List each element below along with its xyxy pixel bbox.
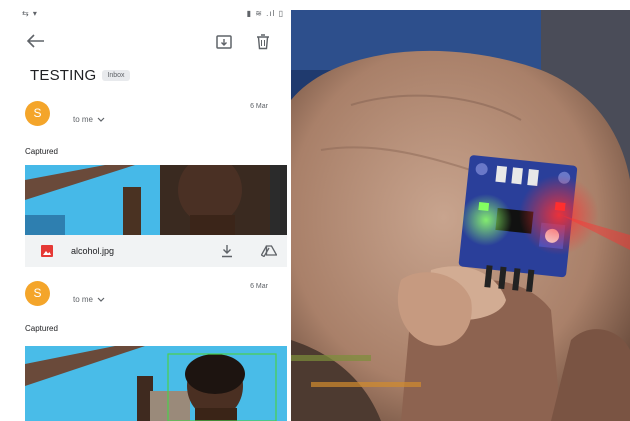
inbox-label-chip[interactable]: Inbox: [102, 69, 130, 81]
attachment-bar[interactable]: alcohol.jpg: [25, 235, 287, 267]
status-bar: ⇆ ▾ ▮ ≋ .ıl ▯: [0, 0, 290, 24]
thread-header: TESTING Inbox: [30, 65, 130, 85]
message-date: 6 Mar: [250, 283, 268, 290]
download-icon[interactable]: [221, 244, 233, 258]
recipient-toggle[interactable]: to me: [73, 115, 105, 124]
image-file-icon: [41, 245, 53, 257]
recipient-label: to me: [73, 295, 94, 304]
attachment-card[interactable]: [25, 346, 287, 421]
app-bar: [0, 26, 290, 56]
attachment-filename: alcohol.jpg: [71, 246, 115, 256]
trash-icon[interactable]: [256, 34, 270, 50]
message-date: 6 Mar: [250, 103, 268, 110]
status-right-icons: ▮ ≋ .ıl ▯: [246, 9, 284, 18]
arrow-left-icon[interactable]: [26, 33, 46, 49]
sender-avatar[interactable]: S: [25, 101, 50, 126]
sender-avatar[interactable]: S: [25, 281, 50, 306]
recipient-label: to me: [73, 115, 94, 124]
archive-icon[interactable]: [215, 34, 233, 50]
status-left-icons: ⇆ ▾: [22, 9, 38, 18]
message-item[interactable]: S to me 6 Mar Captured: [0, 95, 290, 267]
attachment-thumbnail[interactable]: [25, 346, 287, 421]
recipient-toggle[interactable]: to me: [73, 295, 105, 304]
sensor-photo: [291, 10, 630, 421]
save-to-drive-icon[interactable]: [261, 245, 277, 257]
email-screen: ⇆ ▾ ▮ ≋ .ıl ▯ TESTING Inbox S to me 6 Ma…: [0, 0, 290, 421]
chevron-down-icon: [97, 297, 105, 302]
attachment-card[interactable]: alcohol.jpg: [25, 165, 287, 267]
message-body: Captured: [25, 324, 58, 333]
chevron-down-icon: [97, 117, 105, 122]
message-item[interactable]: S to me 6 Mar Captured: [0, 275, 290, 421]
attachment-thumbnail[interactable]: [25, 165, 287, 235]
message-body: Captured: [25, 147, 58, 156]
thread-subject: TESTING: [30, 66, 97, 84]
